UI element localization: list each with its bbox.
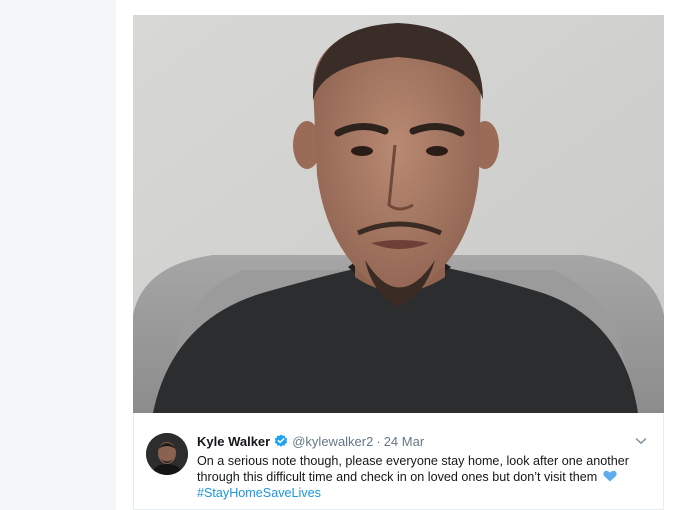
display-name[interactable]: Kyle Walker	[197, 434, 270, 449]
verified-badge-icon	[274, 434, 288, 448]
timeline: Kyle Walker @kylewalker2 · 24 Mar On a s…	[116, 0, 684, 510]
separator-dot: ·	[376, 433, 381, 449]
blue-heart-icon	[603, 470, 617, 482]
video-frame-image	[133, 15, 664, 413]
tweet-header: Kyle Walker @kylewalker2 · 24 Mar	[197, 433, 647, 449]
hashtag-link[interactable]: #StayHomeSaveLives	[197, 486, 321, 500]
left-sidebar-gutter	[0, 0, 116, 510]
tweet-text-content: On a serious note though, please everyon…	[197, 454, 629, 484]
tweet-timestamp[interactable]: 24 Mar	[384, 434, 424, 449]
tweet-video-media[interactable]	[133, 15, 664, 413]
tweet-text: On a serious note though, please everyon…	[197, 453, 647, 501]
avatar-image	[146, 433, 188, 475]
avatar[interactable]	[146, 433, 188, 475]
chevron-down-icon[interactable]	[635, 433, 647, 444]
tweet-body: Kyle Walker @kylewalker2 · 24 Mar On a s…	[197, 433, 647, 501]
user-handle[interactable]: @kylewalker2	[292, 434, 373, 449]
quoted-tweet-card[interactable]: Kyle Walker @kylewalker2 · 24 Mar On a s…	[133, 413, 664, 510]
